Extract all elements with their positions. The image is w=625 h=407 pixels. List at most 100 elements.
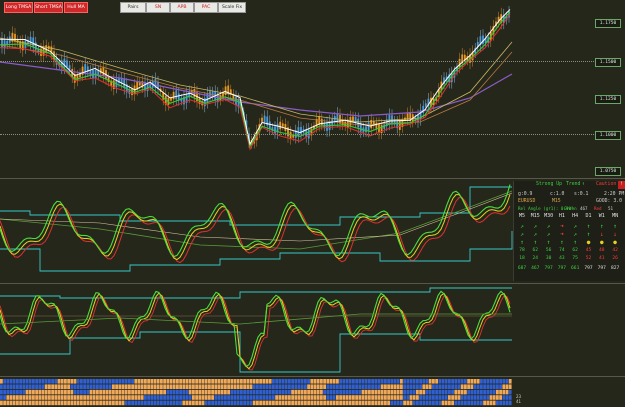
candle	[175, 90, 178, 100]
trend-cell	[412, 400, 416, 406]
scale-fix-button[interactable]: Scale Fix	[218, 2, 246, 13]
trend-cell	[361, 389, 365, 395]
trend-cell	[284, 389, 288, 395]
trend-cell	[217, 400, 221, 406]
trend-cell	[32, 384, 35, 389]
trend-cell	[144, 389, 147, 395]
oscillator-chart-2[interactable]	[0, 284, 625, 376]
trend-cell	[492, 395, 496, 400]
trend-cell	[416, 389, 419, 395]
trend-cell	[435, 384, 438, 389]
trend-cell	[112, 384, 115, 389]
trend-cell	[156, 400, 160, 406]
trend-cell	[403, 389, 406, 395]
trend-cell	[374, 400, 378, 406]
trend-cell	[496, 400, 499, 406]
trend-cell	[57, 384, 61, 389]
trend-cell	[316, 384, 320, 389]
trend-cell	[105, 395, 109, 400]
trend-cell	[476, 400, 480, 406]
oscillator-pane-2[interactable]	[0, 284, 625, 377]
count-value: 797	[597, 266, 606, 271]
trend-cell	[438, 395, 442, 400]
trend-cell	[297, 389, 301, 395]
count-value: 467	[531, 266, 540, 271]
trend-cell	[44, 395, 48, 400]
angle-state-green: Green	[564, 206, 577, 211]
trend-cell	[377, 395, 381, 400]
long-tmsa-button[interactable]: Long TMSA	[4, 2, 33, 13]
trend-cell	[185, 384, 189, 389]
trend-cell	[355, 389, 358, 395]
trend-cell	[233, 389, 237, 395]
trend-bars-chart[interactable]	[0, 377, 625, 407]
pairs-button[interactable]: Pairs	[120, 2, 146, 13]
trend-arrow-icon: ↗	[546, 231, 551, 238]
trend-cell	[275, 389, 278, 395]
pac-button[interactable]: PAC	[194, 2, 218, 13]
trend-cell	[224, 400, 227, 406]
trend-cell	[246, 389, 250, 395]
trend-cell	[265, 384, 269, 389]
trend-cell	[163, 384, 166, 389]
trend-cell	[115, 395, 118, 400]
trend-bars-pane[interactable]	[0, 377, 625, 407]
trend-cell	[137, 384, 141, 389]
trend-cell	[435, 389, 438, 395]
trend-cell	[342, 379, 346, 384]
trend-cell	[368, 384, 371, 389]
trend-cell	[448, 400, 451, 406]
trend-cell	[252, 379, 256, 384]
trend-cell	[505, 379, 509, 384]
trend-cell	[406, 389, 410, 395]
trend-cell	[3, 395, 6, 400]
trend-cell	[105, 379, 109, 384]
candle	[375, 122, 378, 129]
trend-cell	[51, 379, 54, 384]
trend-cell	[99, 379, 102, 384]
trend-cell	[419, 395, 422, 400]
trend-cell	[236, 400, 240, 406]
price-chart[interactable]	[0, 0, 625, 178]
trend-cell	[147, 379, 150, 384]
trend-cell	[102, 384, 106, 389]
trend-cell	[489, 389, 493, 395]
trend-cell	[208, 389, 211, 395]
hull-ma-button[interactable]: Hull MA	[64, 2, 88, 13]
trend-cell	[329, 384, 333, 389]
trend-cell	[297, 379, 301, 384]
trend-cell	[243, 379, 246, 384]
trend-cell	[172, 395, 176, 400]
trend-cell	[425, 395, 429, 400]
trend-cell	[128, 395, 131, 400]
trend-cell	[233, 384, 237, 389]
short-tmsa-button[interactable]: Short TMSA	[34, 2, 63, 13]
candle	[281, 123, 284, 127]
trend-cell	[73, 395, 77, 400]
trend-cell	[192, 395, 195, 400]
trend-cell	[182, 395, 186, 400]
trend-cell	[188, 384, 192, 389]
trend-label: Trend	[566, 182, 581, 187]
trend-cell	[368, 395, 371, 400]
trend-cell	[9, 389, 13, 395]
trend-cell	[448, 384, 451, 389]
trend-cell	[409, 384, 413, 389]
trend-cell	[22, 400, 26, 406]
trend-cell	[294, 379, 298, 384]
trend-cell	[329, 395, 333, 400]
trend-cell	[211, 384, 214, 389]
trend-cell	[176, 379, 179, 384]
trend-cell	[220, 379, 224, 384]
trend-cell	[0, 400, 3, 406]
trend-cell	[54, 389, 58, 395]
trend-cell	[272, 395, 275, 400]
price-pane[interactable]: 1.1750 1.1500 1.1250 1.1000 1.0750 Long …	[0, 0, 625, 179]
trend-cell	[387, 384, 390, 389]
trend-cell	[387, 389, 390, 395]
trend-cell	[339, 384, 342, 389]
trend-cell	[249, 384, 253, 389]
apb-button[interactable]: APB	[170, 2, 194, 13]
sn-button[interactable]: SN	[146, 2, 170, 13]
trend-cell	[166, 395, 170, 400]
